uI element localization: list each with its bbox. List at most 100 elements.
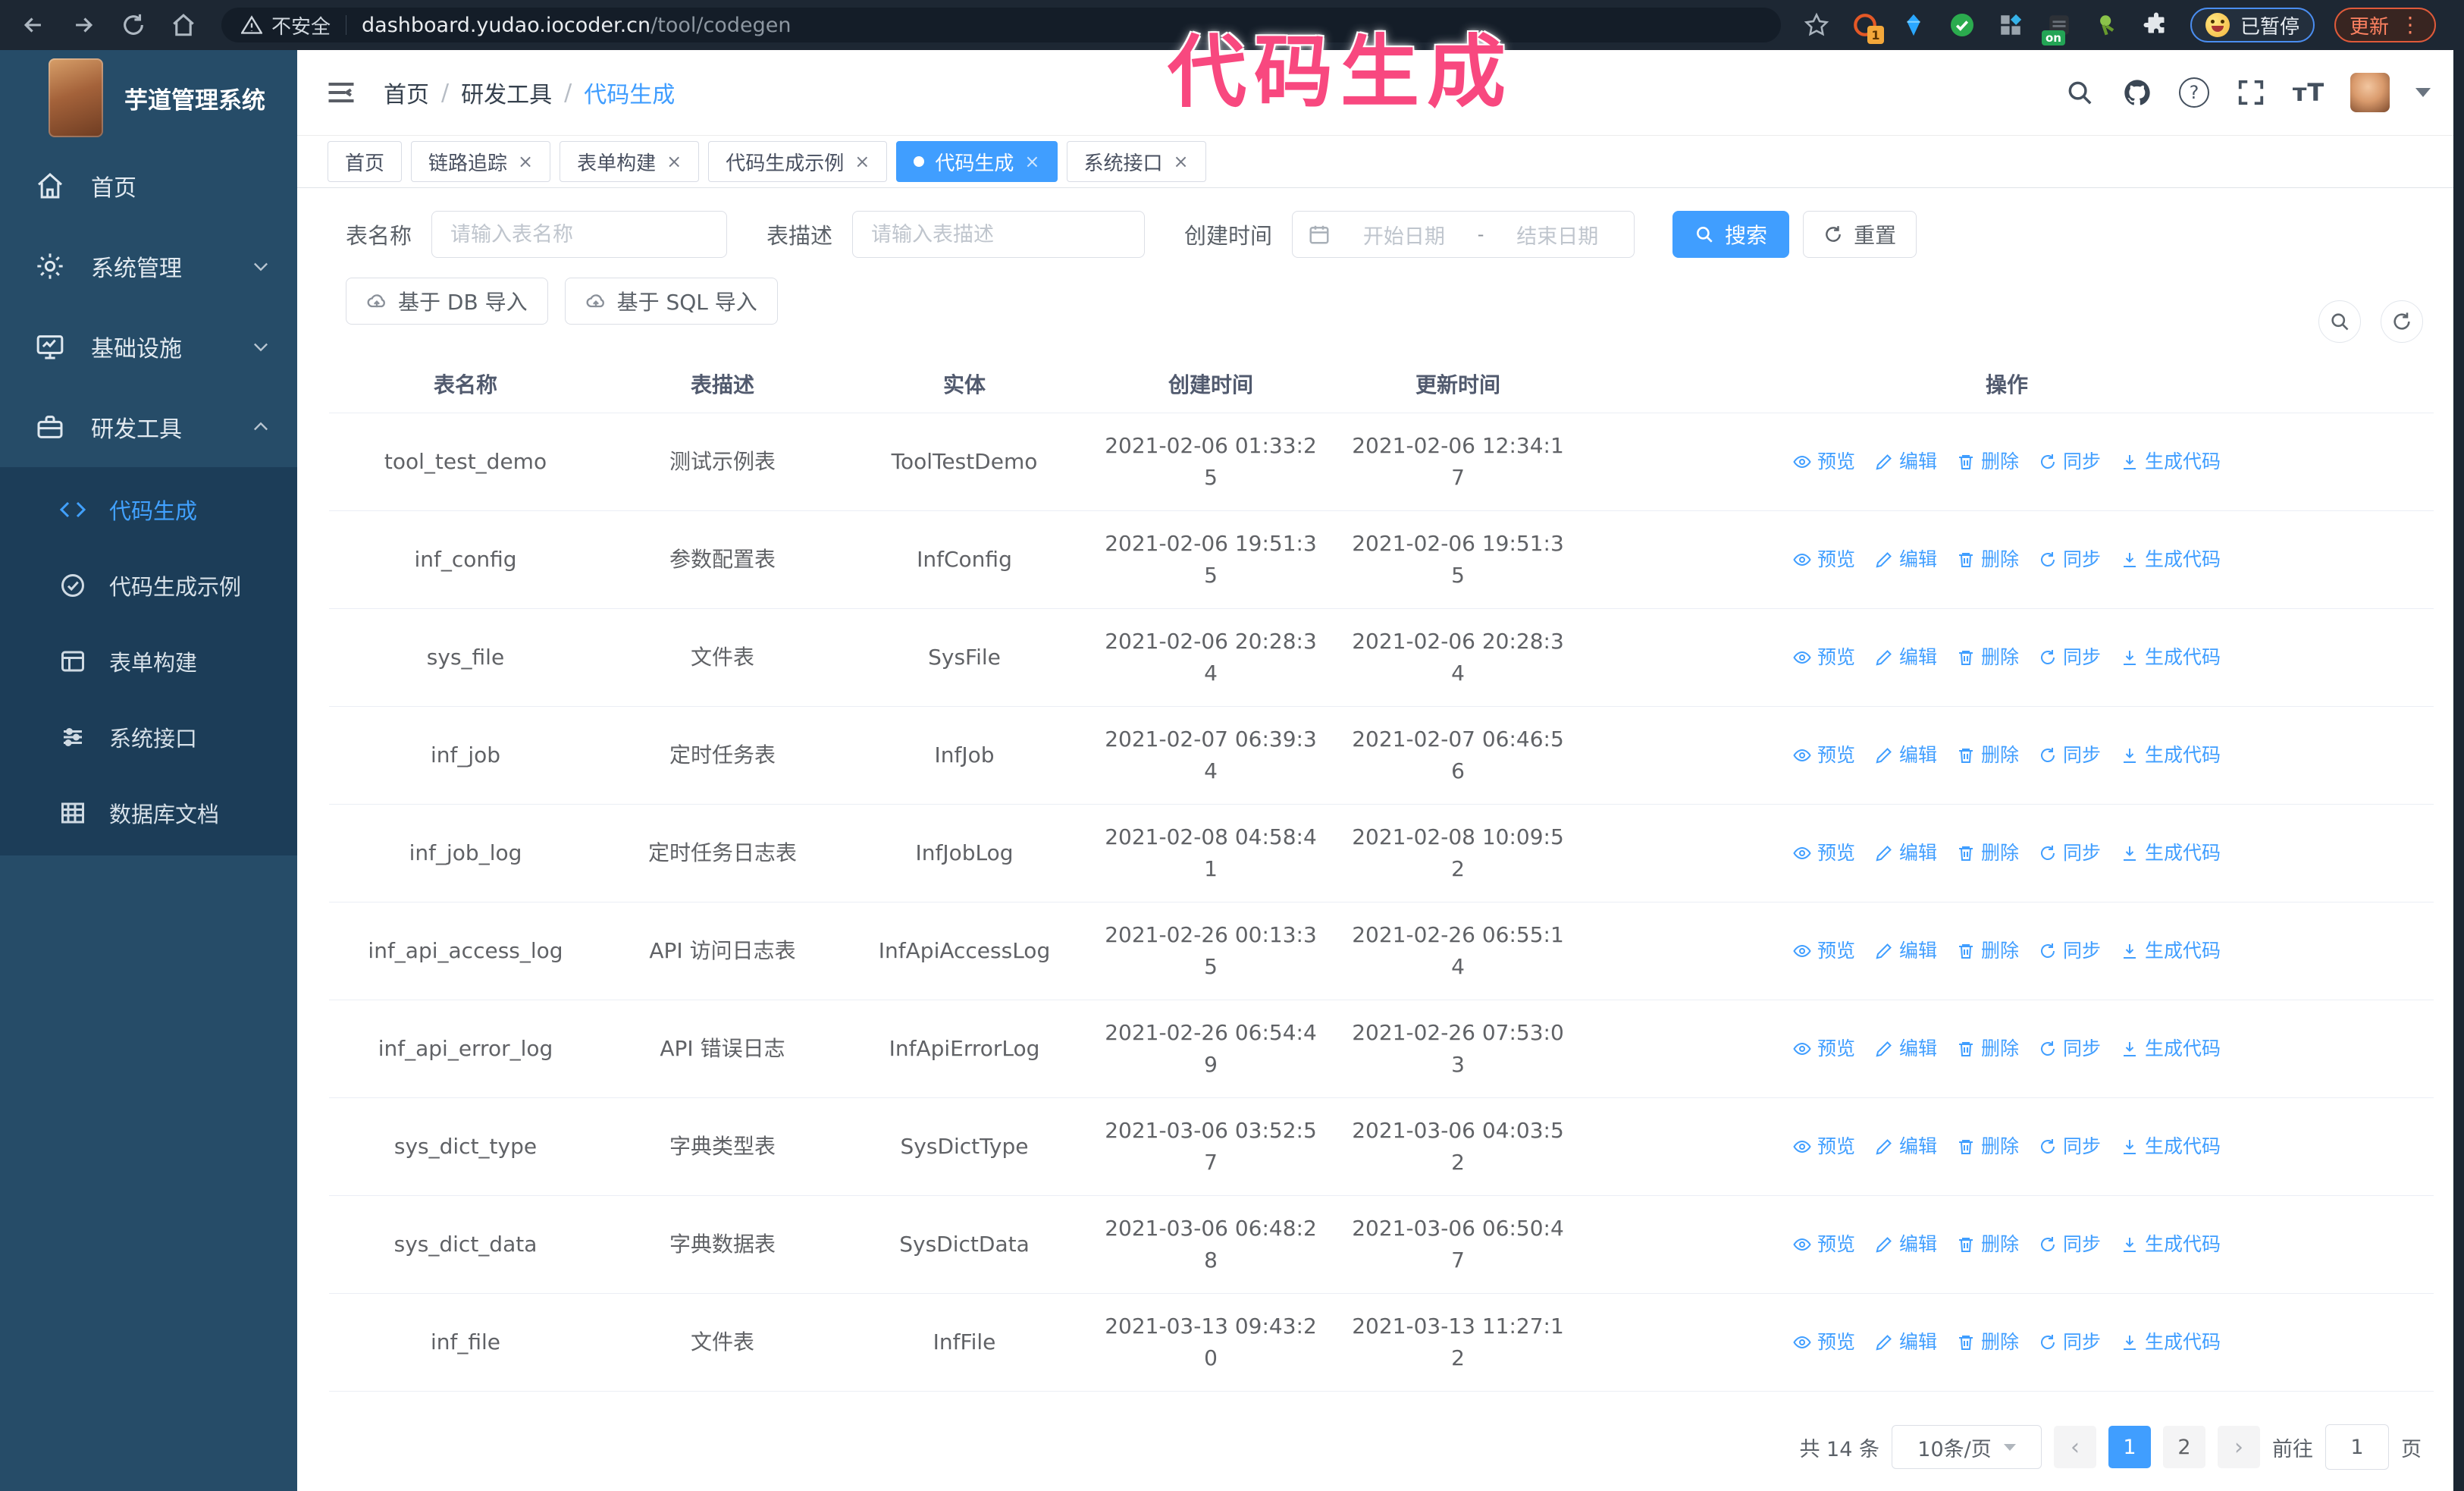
tab-codegen[interactable]: 代码生成 [896,141,1058,182]
sync-link[interactable]: 同步 [2039,642,2101,673]
tab-tracing[interactable]: 链路追踪 [411,141,551,182]
submenu-item-codegen-example[interactable]: 代码生成示例 [0,548,297,623]
tab-close-icon[interactable] [1024,151,1039,172]
prev-page-button[interactable] [2054,1426,2096,1468]
date-range-input[interactable]: 开始日期 - 结束日期 [1292,211,1635,258]
edit-link[interactable]: 编辑 [1875,1131,1937,1163]
preview-link[interactable]: 预览 [1793,446,1855,478]
extensions-puzzle-icon[interactable] [2142,11,2171,39]
sync-link[interactable]: 同步 [2039,446,2101,478]
page-size-select[interactable]: 10条/页 [1892,1425,2042,1469]
generate-code-link[interactable]: 生成代码 [2121,837,2221,869]
tab-close-icon[interactable] [1174,151,1189,172]
extension-orange-icon[interactable]: 1 [1851,11,1884,44]
sync-link[interactable]: 同步 [2039,544,2101,576]
preview-link[interactable]: 预览 [1793,1229,1855,1260]
table-desc-input[interactable] [852,211,1146,258]
breadcrumb-dev-tools[interactable]: 研发工具 [461,76,552,109]
fullscreen-icon[interactable] [2235,77,2267,108]
preview-link[interactable]: 预览 [1793,642,1855,673]
search-icon[interactable] [2064,77,2096,108]
edit-link[interactable]: 编辑 [1875,642,1937,673]
generate-code-link[interactable]: 生成代码 [2121,642,2221,673]
extension-grid-icon[interactable] [1996,11,2025,39]
tab-system-api[interactable]: 系统接口 [1066,141,1206,182]
tab-close-icon[interactable] [854,151,870,172]
table-name-input[interactable] [431,211,728,258]
chrome-update-button[interactable]: 更新 ⋮ [2334,8,2437,42]
generate-code-link[interactable]: 生成代码 [2121,1326,2221,1358]
tab-close-icon[interactable] [666,151,682,172]
generate-code-link[interactable]: 生成代码 [2121,544,2221,576]
submenu-item-system-api[interactable]: 系统接口 [0,699,297,775]
next-page-button[interactable] [2218,1426,2260,1468]
sidebar-item-infrastructure[interactable]: 基础设施 [0,306,297,387]
home-icon[interactable] [167,8,200,42]
generate-code-link[interactable]: 生成代码 [2121,446,2221,478]
goto-page-input[interactable] [2325,1424,2389,1470]
user-avatar[interactable] [2350,73,2390,112]
sync-link[interactable]: 同步 [2039,1033,2101,1065]
preview-link[interactable]: 预览 [1793,1131,1855,1163]
submenu-item-form-builder[interactable]: 表单构建 [0,623,297,699]
preview-link[interactable]: 预览 [1793,837,1855,869]
sidebar-item-system-management[interactable]: 系统管理 [0,226,297,306]
avatar-caret-icon[interactable] [2415,88,2431,97]
preview-link[interactable]: 预览 [1793,935,1855,967]
reset-button[interactable]: 重置 [1803,211,1917,258]
edit-link[interactable]: 编辑 [1875,837,1937,869]
back-icon[interactable] [17,8,50,42]
edit-link[interactable]: 编辑 [1875,739,1937,771]
hamburger-icon[interactable] [324,76,358,109]
preview-link[interactable]: 预览 [1793,739,1855,771]
url-bar[interactable]: 不安全 dashboard.yudao.iocoder.cn /tool/cod… [221,8,1781,42]
tab-form-builder[interactable]: 表单构建 [560,141,700,182]
edit-link[interactable]: 编辑 [1875,544,1937,576]
sync-link[interactable]: 同步 [2039,1326,2101,1358]
generate-code-link[interactable]: 生成代码 [2121,1229,2221,1260]
breadcrumb-home[interactable]: 首页 [384,76,429,109]
delete-link[interactable]: 删除 [1957,544,2019,576]
sync-link[interactable]: 同步 [2039,837,2101,869]
sync-link[interactable]: 同步 [2039,739,2101,771]
edit-link[interactable]: 编辑 [1875,935,1937,967]
refresh-button[interactable] [2381,300,2423,343]
sync-link[interactable]: 同步 [2039,1229,2101,1260]
preview-link[interactable]: 预览 [1793,1033,1855,1065]
bookmark-star-icon[interactable] [1802,11,1831,39]
tab-close-icon[interactable] [518,151,533,172]
logo-row[interactable]: 芋道管理系统 [0,50,297,146]
extension-green-bot-icon[interactable] [2093,11,2122,39]
import-sql-button[interactable]: 基于 SQL 导入 [564,278,778,325]
preview-link[interactable]: 预览 [1793,1326,1855,1358]
extension-dark-on-icon[interactable]: on [2042,11,2074,46]
import-db-button[interactable]: 基于 DB 导入 [346,278,548,325]
sync-link[interactable]: 同步 [2039,935,2101,967]
extension-green-check-icon[interactable] [1948,11,1977,39]
help-icon[interactable] [2179,77,2209,108]
generate-code-link[interactable]: 生成代码 [2121,935,2221,967]
chrome-menu-icon[interactable]: ⋮ [2400,14,2421,36]
edit-link[interactable]: 编辑 [1875,1033,1937,1065]
forward-icon[interactable] [67,8,100,42]
sidebar-item-dev-tools[interactable]: 研发工具 [0,387,297,467]
profile-paused-badge[interactable]: 已暂停 [2190,8,2315,42]
show-search-button[interactable] [2318,300,2361,343]
delete-link[interactable]: 删除 [1957,1033,2019,1065]
page-button-2[interactable]: 2 [2163,1426,2205,1468]
delete-link[interactable]: 删除 [1957,1131,2019,1163]
generate-code-link[interactable]: 生成代码 [2121,1131,2221,1163]
submenu-item-codegen[interactable]: 代码生成 [0,472,297,548]
delete-link[interactable]: 删除 [1957,837,2019,869]
page-button-1[interactable]: 1 [2108,1426,2151,1468]
reload-icon[interactable] [117,8,150,42]
delete-link[interactable]: 删除 [1957,446,2019,478]
delete-link[interactable]: 删除 [1957,642,2019,673]
tab-codegen-example[interactable]: 代码生成示例 [708,141,888,182]
submenu-item-db-docs[interactable]: 数据库文档 [0,775,297,851]
edit-link[interactable]: 编辑 [1875,1229,1937,1260]
extension-gem-icon[interactable] [1899,11,1928,39]
sidebar-item-home[interactable]: 首页 [0,146,297,226]
edit-link[interactable]: 编辑 [1875,446,1937,478]
tab-home[interactable]: 首页 [328,141,403,182]
